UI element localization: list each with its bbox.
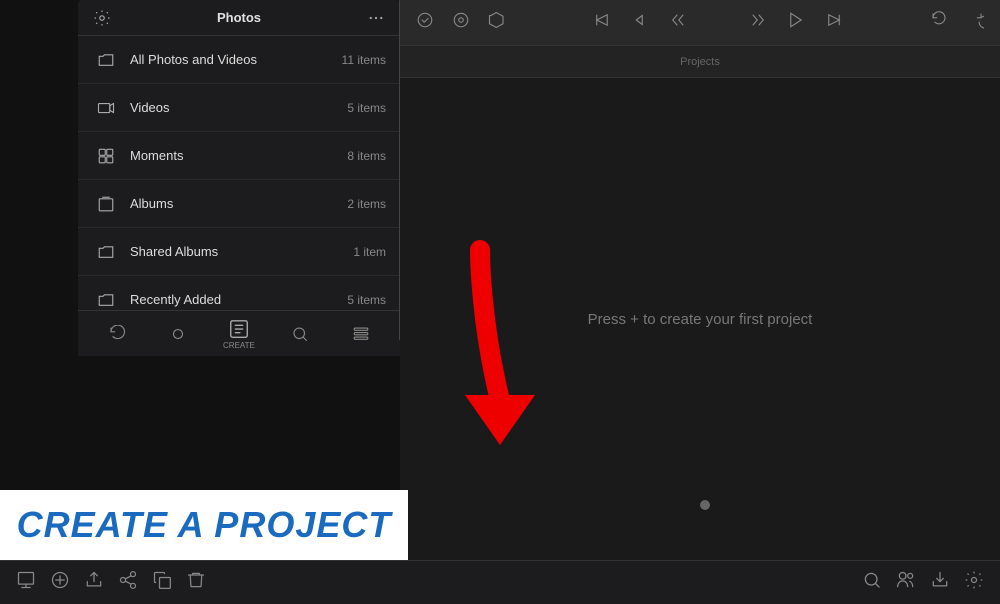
- albums-count: 2 items: [347, 197, 386, 211]
- moments-count: 8 items: [347, 149, 386, 163]
- main-viewport: Press + to create your first project: [400, 78, 1000, 560]
- main-content: Projects Press + to create your first pr…: [400, 0, 1000, 560]
- all-photos-count: 11 items: [342, 53, 386, 67]
- main-top-toolbar: [400, 0, 1000, 46]
- skip-end-btn[interactable]: [821, 9, 847, 36]
- undo-main-btn[interactable]: [926, 9, 952, 36]
- video-icon: [92, 94, 120, 122]
- projects-label: Projects: [680, 56, 720, 68]
- dot-indicator: [700, 500, 710, 510]
- sidebar-item-moments[interactable]: Moments 8 items: [78, 132, 400, 180]
- timeline-bar: Projects: [400, 46, 1000, 78]
- copy-btn[interactable]: [152, 570, 172, 595]
- create-label: CREATE: [223, 341, 255, 350]
- skip-back-btn[interactable]: [665, 9, 691, 36]
- prev-btn[interactable]: [627, 9, 653, 36]
- all-photos-label: All Photos and Videos: [130, 52, 342, 67]
- sidebar-toolbar: CREATE: [78, 310, 400, 356]
- users-btn[interactable]: [896, 570, 916, 595]
- search-btn[interactable]: [282, 325, 318, 343]
- sidebar-title: Photos: [114, 10, 364, 25]
- recently-added-count: 5 items: [347, 293, 386, 307]
- sidebar-item-albums[interactable]: Albums 2 items: [78, 180, 400, 228]
- create-btn[interactable]: CREATE: [221, 318, 257, 350]
- spacer1: [703, 21, 733, 25]
- sidebar-header: Photos: [78, 0, 400, 36]
- list-view-btn[interactable]: [343, 325, 379, 343]
- play-btn[interactable]: [783, 9, 809, 36]
- settings-icon[interactable]: [90, 6, 114, 30]
- undo-btn[interactable]: [99, 325, 135, 343]
- redo-main-btn[interactable]: [962, 9, 988, 36]
- sidebar-item-all-photos[interactable]: All Photos and Videos 11 items: [78, 36, 400, 84]
- dark-left-strip: [0, 0, 78, 560]
- folder-icon: [92, 46, 120, 74]
- albums-label: Albums: [130, 196, 347, 211]
- moments-icon: [92, 142, 120, 170]
- export-btn[interactable]: [84, 570, 104, 595]
- sidebar-item-videos[interactable]: Videos 5 items: [78, 84, 400, 132]
- settings-bottom-btn[interactable]: [964, 570, 984, 595]
- flag-btn[interactable]: [448, 9, 474, 36]
- skip-start-btn[interactable]: [589, 9, 615, 36]
- search-bottom-btn[interactable]: [862, 570, 882, 595]
- sidebar: Photos All Photos and Videos 11 items: [78, 0, 400, 340]
- videos-count: 5 items: [347, 101, 386, 115]
- skip-fwd-btn[interactable]: [745, 9, 771, 36]
- sidebar-items-list: All Photos and Videos 11 items Videos 5 …: [78, 36, 400, 340]
- albums-icon: [92, 190, 120, 218]
- shared-folder-icon: [92, 238, 120, 266]
- bottom-toolbar-left: [16, 570, 206, 595]
- more-icon[interactable]: [364, 6, 388, 30]
- add-btn[interactable]: [50, 570, 70, 595]
- download-bottom-btn[interactable]: [930, 570, 950, 595]
- recently-added-label: Recently Added: [130, 292, 347, 307]
- share-btn[interactable]: [118, 570, 138, 595]
- shared-albums-label: Shared Albums: [130, 244, 353, 259]
- create-banner-text: CREATE A PROJECT: [17, 504, 392, 546]
- clip-btn[interactable]: [484, 9, 510, 36]
- videos-label: Videos: [130, 100, 347, 115]
- create-banner: CREATE A PROJECT: [0, 490, 408, 560]
- toolbar-center-group: [589, 9, 847, 36]
- create-hint-text: Press + to create your first project: [588, 311, 813, 328]
- sidebar-item-shared-albums[interactable]: Shared Albums 1 item: [78, 228, 400, 276]
- toolbar-left-group: [412, 9, 510, 36]
- bottom-toolbar: [0, 560, 1000, 604]
- import-btn[interactable]: [16, 570, 36, 595]
- toolbar-right-group: [926, 9, 988, 36]
- shared-albums-count: 1 item: [353, 245, 386, 259]
- record-btn[interactable]: [160, 325, 196, 343]
- moments-label: Moments: [130, 148, 347, 163]
- delete-btn[interactable]: [186, 570, 206, 595]
- mark-btn[interactable]: [412, 9, 438, 36]
- bottom-toolbar-right: [862, 570, 984, 595]
